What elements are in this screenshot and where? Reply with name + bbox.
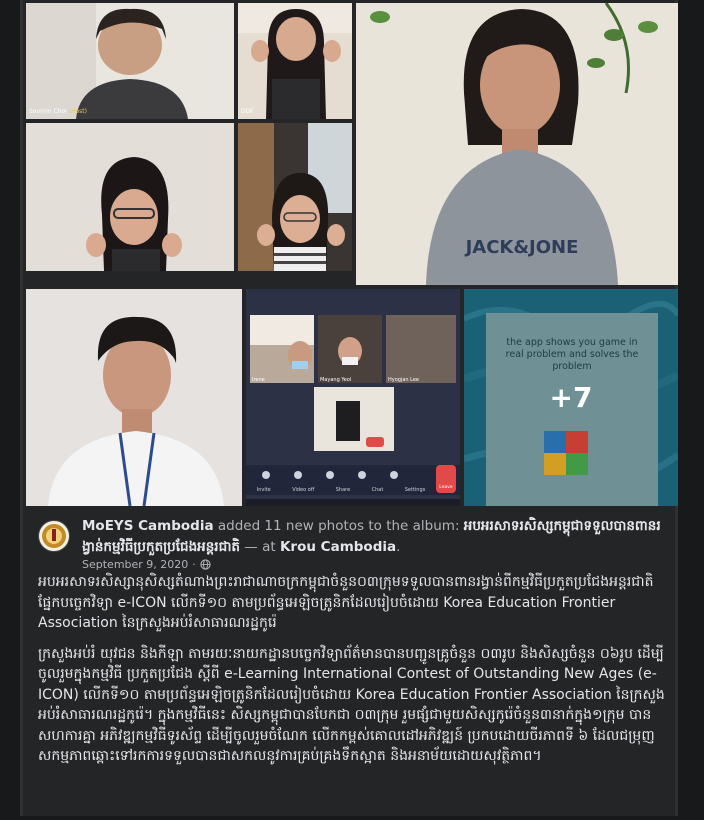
photo-video-call[interactable]: Irene Mayang Yeol Hyogjan Lee Invite Vid… (246, 289, 460, 506)
host-name-label: Soonim Choi (Host) (29, 108, 87, 115)
photo-app-more[interactable]: the app shows you game in real problem a… (464, 289, 678, 506)
toolbar-invite[interactable]: Invite (257, 487, 271, 493)
more-photos-count: +7 (549, 381, 593, 414)
app-caption: the app shows you game in real problem a… (505, 337, 639, 372)
post-paragraph-1: អបអរសាទរសិស្សានុសិស្សតំណាងព្រះរាជាណាចក្រ… (38, 574, 654, 631)
grid-name-2: Mayang Yeol (320, 377, 352, 383)
photo-host[interactable]: Soonim Choi (Host) (26, 3, 234, 119)
photo-student-portrait[interactable]: JACK&JONE (356, 3, 678, 285)
toolbar-share[interactable]: Share (336, 487, 350, 493)
post-paragraph-2: ក្រសួងអប់រំ យុវជន និងកីឡា តាមរយៈនាយកដ្ឋា… (38, 645, 665, 765)
globe-icon (200, 559, 211, 570)
photo-student-boy[interactable] (26, 289, 242, 506)
toolbar-settings[interactable]: Settings (405, 487, 426, 493)
location-link[interactable]: Krou Cambodia (280, 539, 396, 555)
toolbar-chat[interactable]: Chat (372, 487, 384, 493)
photo-participant-cheering[interactable]: DDF (238, 3, 352, 119)
moeys-emblem-icon[interactable] (38, 520, 70, 552)
leave-label[interactable]: Leave (436, 485, 456, 490)
post-meta: September 9, 2020 · (82, 558, 211, 571)
grid-name-3: Hyogjan Lee (388, 377, 420, 383)
post-date[interactable]: September 9, 2020 (82, 558, 188, 571)
post-body: អបអរសាទរសិស្សានុសិស្សតំណាងព្រះរាជាណាចក្រ… (38, 572, 668, 777)
svg-text:JACK&JONE: JACK&JONE (464, 237, 579, 258)
call-toolbar: Invite Video off Share Chat Settings (246, 487, 436, 493)
post-header-text: MoEYS Cambodia added 11 new photos to th… (82, 518, 661, 555)
participant-2-label: DDF (241, 108, 254, 115)
photo-participant-glasses[interactable] (238, 123, 352, 271)
toolbar-video[interactable]: Video off (292, 487, 314, 493)
grid-name-1: Irene (252, 377, 265, 383)
photo-participant-smiling[interactable] (26, 123, 234, 271)
page-name-link[interactable]: MoEYS Cambodia (82, 518, 214, 534)
